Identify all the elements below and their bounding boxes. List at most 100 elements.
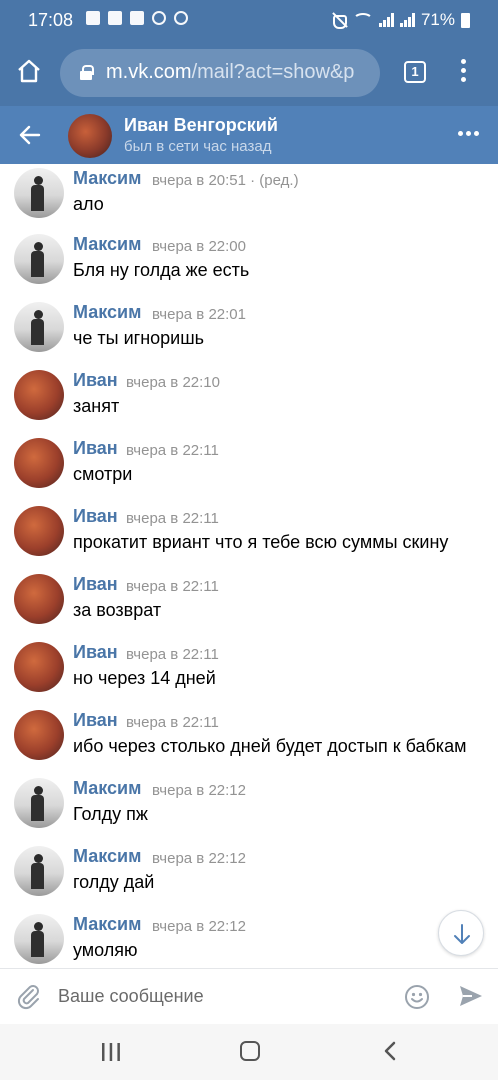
browser-toolbar: m.vk.com/mail?act=show&p 1	[0, 40, 498, 106]
sender-avatar[interactable]	[14, 370, 64, 420]
send-icon[interactable]	[458, 983, 484, 1009]
message-author[interactable]: Максим	[73, 168, 141, 189]
message-time: вчера в 22:11	[126, 510, 219, 527]
notification-icons	[86, 11, 188, 25]
message-text: прокатит вриант что я тебе всю суммы ски…	[73, 532, 449, 552]
message-time: вчера в 22:11	[126, 646, 219, 663]
message-row[interactable]: Максим вчера в 22:12 умоляю	[0, 912, 498, 968]
chat-header: Иван Венгорский был в сети час назад	[0, 106, 498, 164]
sender-avatar[interactable]	[14, 168, 64, 218]
signal-icon	[378, 13, 394, 27]
message-text: голду дай	[73, 872, 155, 892]
message-row[interactable]: Иван вчера в 22:11 прокатит вриант что я т…	[0, 504, 498, 572]
message-row[interactable]: Максим вчера в 22:00 Бля ну голда же есть	[0, 232, 498, 300]
message-time: вчера в 22:12	[152, 850, 246, 867]
message-row[interactable]: Иван вчера в 22:11 но через 14 дней	[0, 640, 498, 708]
address-bar[interactable]: m.vk.com/mail?act=show&p	[60, 49, 380, 97]
message-text: че ты игноришь	[73, 328, 205, 348]
android-nav-bar	[0, 1024, 498, 1080]
message-author[interactable]: Максим	[73, 302, 141, 323]
browser-menu-icon[interactable]	[456, 59, 470, 85]
message-time: вчера в 22:11	[126, 578, 219, 595]
message-time: вчера в 22:11	[126, 714, 219, 731]
sender-avatar[interactable]	[14, 846, 64, 896]
message-author[interactable]: Максим	[73, 234, 141, 255]
message-text: за возврат	[73, 600, 162, 620]
message-author[interactable]: Максим	[73, 846, 141, 867]
message-time: вчера в 22:10	[126, 374, 220, 391]
message-text: умоляю	[73, 940, 138, 960]
url-host: m.vk.com	[106, 61, 192, 83]
system-icons: 71%	[331, 10, 470, 30]
sender-avatar[interactable]	[14, 438, 64, 488]
mute-icon	[331, 12, 347, 29]
message-row[interactable]: Иван вчера в 22:11 смотри	[0, 436, 498, 504]
sender-avatar[interactable]	[14, 234, 64, 284]
battery-icon	[461, 12, 470, 28]
message-author[interactable]: Иван	[73, 642, 118, 663]
message-row[interactable]: Максим вчера в 22:12 голду дай	[0, 844, 498, 912]
status-bar: 17:08 71%	[0, 0, 498, 40]
message-author[interactable]: Иван	[73, 710, 118, 731]
tabs-button[interactable]: 1	[404, 61, 426, 83]
emoji-icon[interactable]	[404, 984, 430, 1010]
message-text: ибо через столько дней будет достып к ба…	[73, 736, 467, 756]
home-icon[interactable]	[16, 58, 42, 84]
message-text: ало	[73, 194, 104, 214]
message-text: занят	[73, 396, 120, 416]
sender-avatar[interactable]	[14, 506, 64, 556]
wifi-icon	[352, 13, 373, 27]
message-time: вчера в 22:11	[126, 442, 219, 459]
sender-avatar[interactable]	[14, 302, 64, 352]
message-time: вчера в 22:00	[152, 238, 246, 255]
image-icon	[130, 11, 144, 25]
sender-avatar[interactable]	[14, 642, 64, 692]
sender-avatar[interactable]	[14, 778, 64, 828]
message-author[interactable]: Иван	[73, 438, 118, 459]
message-text: Голду пж	[73, 804, 148, 824]
attach-icon[interactable]	[14, 982, 42, 1010]
signal-icon	[399, 13, 415, 27]
sender-avatar[interactable]	[14, 574, 64, 624]
message-text: смотри	[73, 464, 133, 484]
more-options-icon[interactable]	[458, 131, 479, 136]
battery-percent: 71%	[420, 10, 455, 29]
scroll-down-button[interactable]	[438, 910, 484, 956]
message-time: вчера в 20:51 · (ред.)	[152, 172, 299, 189]
url-path: /mail?act=show&p	[191, 61, 355, 83]
search-icon	[174, 11, 188, 25]
message-row[interactable]: Максим вчера в 20:51 · (ред.) ало	[0, 166, 498, 234]
contact-avatar[interactable]	[68, 114, 112, 158]
status-time: 17:08	[28, 10, 74, 30]
sender-avatar[interactable]	[14, 710, 64, 760]
chat-icon	[86, 11, 100, 25]
message-author[interactable]: Иван	[73, 506, 118, 527]
message-row[interactable]: Максим вчера в 22:01 че ты игноришь	[0, 300, 498, 368]
message-row[interactable]: Иван вчера в 22:11 за возврат	[0, 572, 498, 640]
back-arrow-icon[interactable]	[18, 123, 42, 147]
home-nav-icon[interactable]	[240, 1041, 260, 1061]
message-time: вчера в 22:12	[152, 782, 246, 799]
message-author[interactable]: Иван	[73, 574, 118, 595]
message-row[interactable]: Иван вчера в 22:11 ибо через столько дней …	[0, 708, 498, 776]
message-input[interactable]	[58, 979, 388, 1013]
check-icon	[108, 11, 122, 25]
message-row[interactable]: Иван вчера в 22:10 занят	[0, 368, 498, 436]
message-row[interactable]: Максим вчера в 22:12 Голду пж	[0, 776, 498, 844]
message-time: вчера в 22:01	[152, 306, 246, 323]
arrow-down-icon	[454, 924, 470, 944]
contact-name[interactable]: Иван Венгорский	[124, 115, 278, 136]
message-author[interactable]: Максим	[73, 914, 141, 935]
message-time: вчера в 22:12	[152, 918, 246, 935]
message-text: но через 14 дней	[73, 668, 216, 688]
sender-avatar[interactable]	[14, 914, 64, 964]
message-author[interactable]: Максим	[73, 778, 141, 799]
message-list[interactable]: Максим вчера в 20:51 · (ред.) ало Максим вче…	[0, 164, 498, 968]
contact-status: был в сети час назад	[124, 138, 272, 155]
message-author[interactable]: Иван	[73, 370, 118, 391]
recent-apps-icon[interactable]	[100, 1042, 122, 1062]
lock-icon	[80, 65, 94, 80]
message-text: Бля ну голда же есть	[73, 260, 250, 280]
message-composer	[0, 968, 498, 1024]
back-nav-icon[interactable]	[380, 1040, 402, 1062]
